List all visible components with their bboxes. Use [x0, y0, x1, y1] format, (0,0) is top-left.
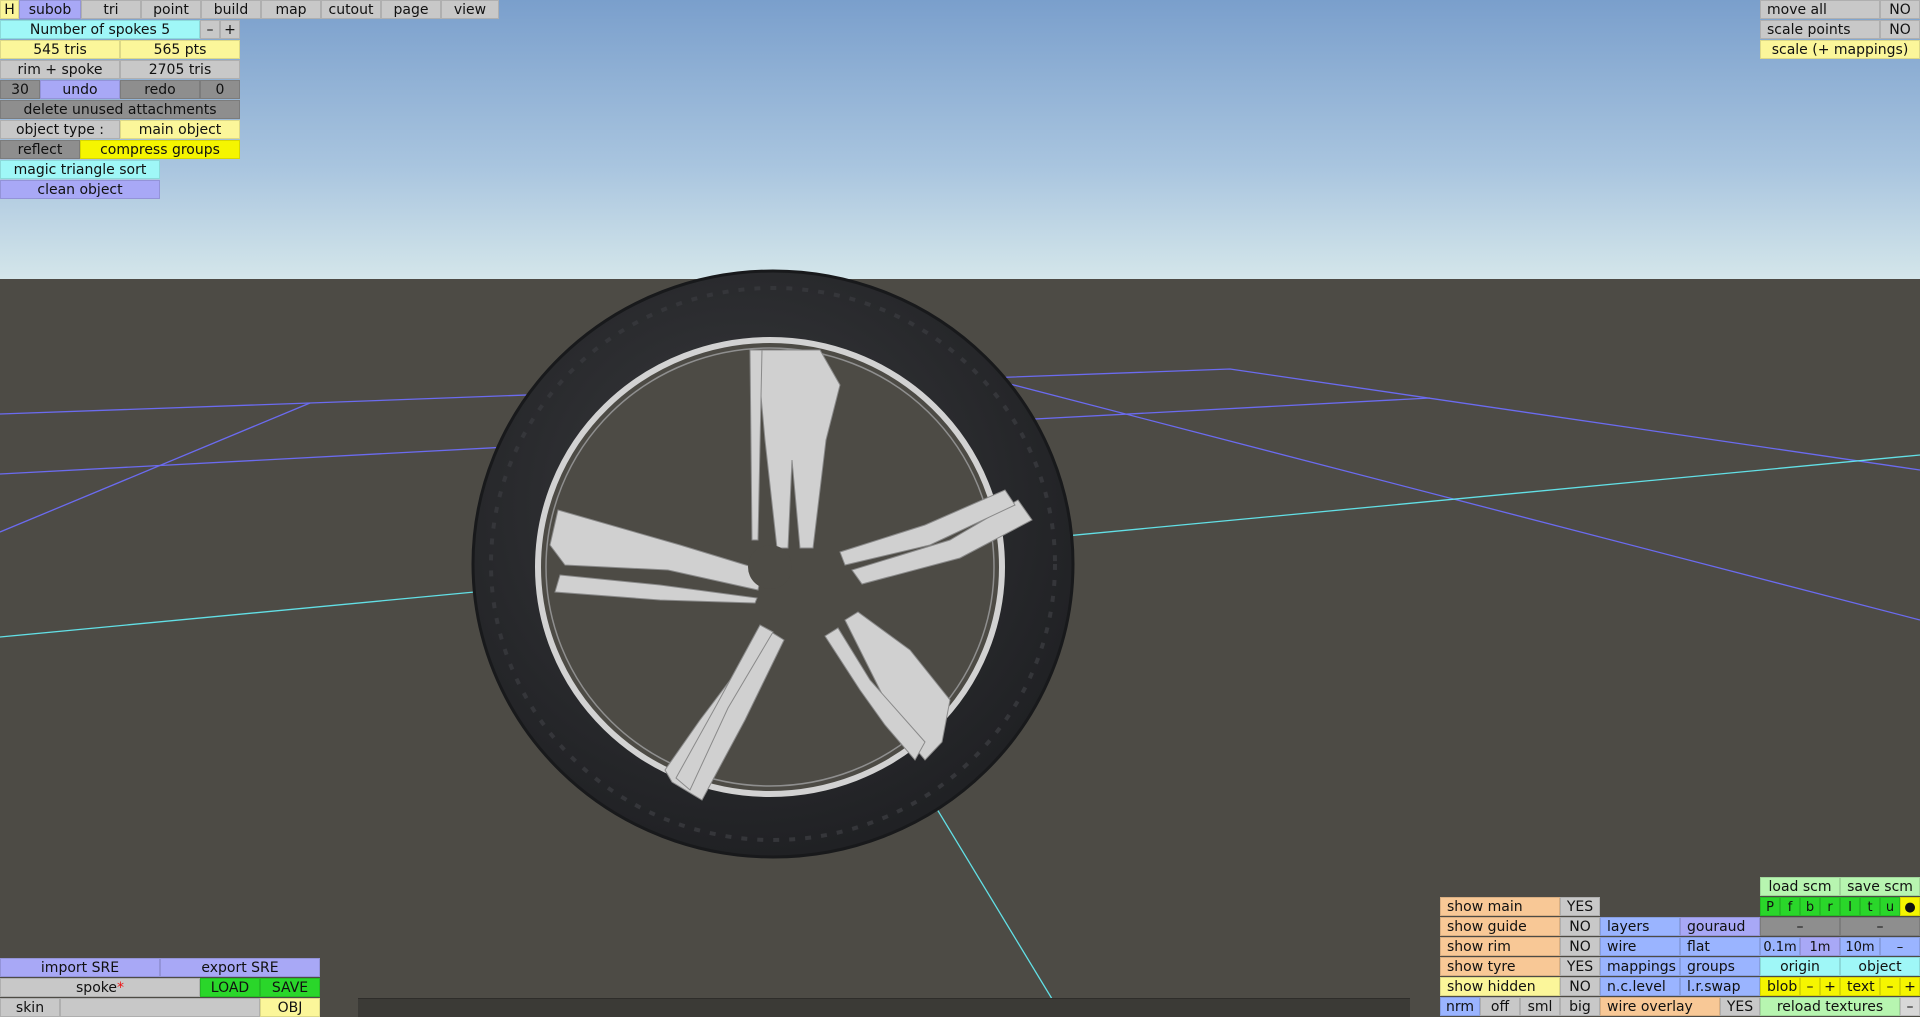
- save-button[interactable]: SAVE: [260, 978, 320, 997]
- obj-button[interactable]: OBJ: [260, 998, 320, 1017]
- text-size-label: text: [1840, 977, 1880, 996]
- hub-hole: [748, 545, 792, 589]
- tab-map[interactable]: map: [261, 0, 321, 19]
- reload-textures-button[interactable]: reload textures: [1760, 997, 1900, 1016]
- tab-page[interactable]: page: [381, 0, 441, 19]
- grid-scale-dash[interactable]: –: [1880, 937, 1920, 956]
- flag-u-toggle[interactable]: u: [1880, 897, 1900, 916]
- blob-label: blob: [1760, 977, 1800, 996]
- wheel: [471, 269, 1075, 859]
- move-all-toggle[interactable]: NO: [1880, 0, 1920, 19]
- spokes-count-label: Number of spokes 5: [0, 20, 200, 39]
- total-tris-count: 2705 tris: [120, 60, 240, 79]
- object-type-selector[interactable]: main object: [120, 120, 240, 139]
- home-button[interactable]: H: [0, 0, 19, 19]
- show-main-toggle[interactable]: YES: [1560, 897, 1600, 916]
- blob-increment-button[interactable]: +: [1820, 977, 1840, 996]
- wire-overlay-toggle[interactable]: YES: [1720, 997, 1760, 1016]
- compress-groups-button[interactable]: compress groups: [80, 140, 240, 159]
- lr-swap-button[interactable]: l.r.swap: [1680, 977, 1760, 996]
- show-guide-label[interactable]: show guide: [1440, 917, 1560, 936]
- flag-l-toggle[interactable]: l: [1840, 897, 1860, 916]
- show-rim-toggle[interactable]: NO: [1560, 937, 1600, 956]
- flag-p-toggle[interactable]: P: [1760, 897, 1780, 916]
- tab-cutout[interactable]: cutout: [321, 0, 381, 19]
- redo-button[interactable]: redo: [120, 80, 200, 99]
- tab-point[interactable]: point: [141, 0, 201, 19]
- rim-spoke-label: rim + spoke: [0, 60, 120, 79]
- groups-button[interactable]: groups: [1680, 957, 1760, 976]
- delete-unused-attachments-button[interactable]: delete unused attachments: [0, 100, 240, 119]
- pts-count: 565 pts: [120, 40, 240, 59]
- sky: [0, 0, 1920, 279]
- tab-build[interactable]: build: [201, 0, 261, 19]
- redo-count: 0: [200, 80, 240, 99]
- show-guide-toggle[interactable]: NO: [1560, 917, 1600, 936]
- load-scm-button[interactable]: load scm: [1760, 877, 1840, 896]
- undo-button[interactable]: undo: [40, 80, 120, 99]
- skin-field[interactable]: [60, 998, 260, 1017]
- object-name: spoke: [76, 980, 117, 996]
- mappings-button[interactable]: mappings: [1600, 957, 1680, 976]
- 3d-viewport[interactable]: [0, 0, 1920, 1017]
- tab-subob[interactable]: subob: [19, 0, 81, 19]
- tab-tri[interactable]: tri: [81, 0, 141, 19]
- nc-level-button[interactable]: n.c.level: [1600, 977, 1680, 996]
- grid-scale-10m[interactable]: 10m: [1840, 937, 1880, 956]
- save-scm-button[interactable]: save scm: [1840, 877, 1920, 896]
- import-sre-button[interactable]: import SRE: [0, 958, 160, 977]
- show-hidden-label[interactable]: show hidden: [1440, 977, 1560, 996]
- blob-decrement-button[interactable]: –: [1800, 977, 1820, 996]
- scm-dash-right[interactable]: –: [1840, 917, 1920, 936]
- origin-button[interactable]: origin: [1760, 957, 1840, 976]
- view-size-sml[interactable]: sml: [1520, 997, 1560, 1016]
- view-size-off[interactable]: off: [1480, 997, 1520, 1016]
- text-decrement-button[interactable]: –: [1880, 977, 1900, 996]
- show-hidden-toggle[interactable]: NO: [1560, 977, 1600, 996]
- wire-button[interactable]: wire: [1600, 937, 1680, 956]
- undo-count: 30: [0, 80, 40, 99]
- scale-points-label[interactable]: scale points: [1760, 20, 1880, 39]
- scm-dash-left[interactable]: –: [1760, 917, 1840, 936]
- spokes-increment-button[interactable]: +: [220, 20, 240, 39]
- unsaved-mark: *: [116, 980, 124, 996]
- load-button[interactable]: LOAD: [200, 978, 260, 997]
- object-name-field[interactable]: spoke*: [0, 978, 200, 997]
- layers-button[interactable]: layers: [1600, 917, 1680, 936]
- scale-mappings-button[interactable]: scale (+ mappings): [1760, 40, 1920, 59]
- flag-t-toggle[interactable]: t: [1860, 897, 1880, 916]
- tab-view[interactable]: view: [441, 0, 499, 19]
- tris-count: 545 tris: [0, 40, 120, 59]
- flag-f-toggle[interactable]: f: [1780, 897, 1800, 916]
- show-tyre-toggle[interactable]: YES: [1560, 957, 1600, 976]
- spokes-decrement-button[interactable]: –: [200, 20, 220, 39]
- reload-dash-button[interactable]: –: [1900, 997, 1920, 1016]
- move-all-label[interactable]: move all: [1760, 0, 1880, 19]
- view-size-big[interactable]: big: [1560, 997, 1600, 1016]
- gouraud-button[interactable]: gouraud: [1680, 917, 1760, 936]
- flat-button[interactable]: flat: [1680, 937, 1760, 956]
- status-bar: [358, 998, 1410, 1017]
- reflect-button[interactable]: reflect: [0, 140, 80, 159]
- wire-overlay-label[interactable]: wire overlay: [1600, 997, 1720, 1016]
- scale-points-toggle[interactable]: NO: [1880, 20, 1920, 39]
- magic-triangle-sort-button[interactable]: magic triangle sort: [0, 160, 160, 179]
- object-type-label: object type :: [0, 120, 120, 139]
- grid-scale-1m[interactable]: 1m: [1800, 937, 1840, 956]
- show-tyre-label[interactable]: show tyre: [1440, 957, 1560, 976]
- show-main-label[interactable]: show main: [1440, 897, 1560, 916]
- show-rim-label[interactable]: show rim: [1440, 937, 1560, 956]
- text-increment-button[interactable]: +: [1900, 977, 1920, 996]
- view-size-nrm[interactable]: nrm: [1440, 997, 1480, 1016]
- flag-r-toggle[interactable]: r: [1820, 897, 1840, 916]
- grid-scale-0-1m[interactable]: 0.1m: [1760, 937, 1800, 956]
- flag-dot-toggle[interactable]: ●: [1900, 897, 1920, 916]
- clean-object-button[interactable]: clean object: [0, 180, 160, 199]
- export-sre-button[interactable]: export SRE: [160, 958, 320, 977]
- object-button[interactable]: object: [1840, 957, 1920, 976]
- flag-b-toggle[interactable]: b: [1800, 897, 1820, 916]
- skin-label: skin: [0, 998, 60, 1017]
